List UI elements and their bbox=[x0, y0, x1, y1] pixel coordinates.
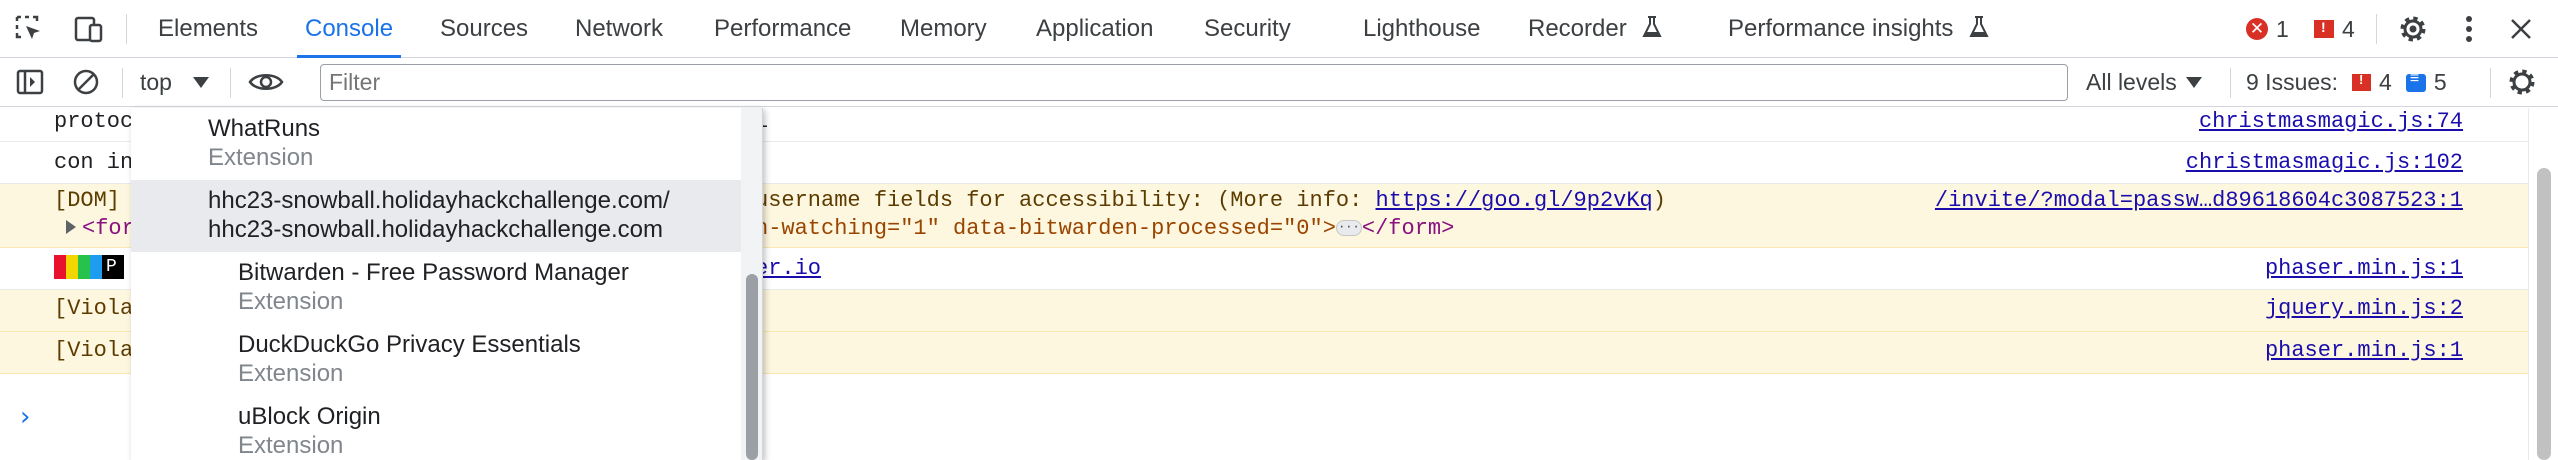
tab-performance-insights[interactable]: Performance insights bbox=[1728, 0, 1990, 58]
device-toolbar-icon[interactable] bbox=[70, 10, 108, 48]
issues-info-count: 5 bbox=[2433, 69, 2447, 95]
console-settings-icon[interactable] bbox=[2504, 64, 2540, 100]
form-element-tag[interactable]: <for bbox=[82, 216, 135, 241]
clear-console-icon[interactable] bbox=[68, 64, 104, 100]
message-source-link[interactable]: phaser.min.js:1 bbox=[2265, 338, 2463, 363]
context-option-subtitle: Extension bbox=[208, 144, 314, 171]
issue-error-icon bbox=[2352, 72, 2372, 91]
close-icon[interactable] bbox=[2502, 10, 2540, 48]
issue-count-badge[interactable]: 4 bbox=[2314, 14, 2355, 44]
chevron-down-icon[interactable] bbox=[2186, 77, 2202, 88]
ellipsis-icon[interactable]: ··· bbox=[1335, 220, 1362, 237]
dropdown-scrollbar[interactable] bbox=[741, 108, 762, 460]
tab-memory[interactable]: Memory bbox=[900, 0, 987, 58]
dropdown-scrollbar-thumb[interactable] bbox=[746, 274, 758, 460]
tabbar-divider bbox=[2376, 14, 2377, 44]
context-selector[interactable]: top bbox=[140, 58, 172, 107]
context-option[interactable]: WhatRuns Extension bbox=[131, 108, 741, 180]
more-vert-icon[interactable] bbox=[2450, 10, 2488, 48]
issue-info-icon bbox=[2405, 70, 2426, 92]
tab-application[interactable]: Application bbox=[1036, 0, 1153, 58]
tab-recorder[interactable]: Recorder bbox=[1528, 0, 1663, 58]
message-source-link[interactable]: jquery.min.js:2 bbox=[2265, 296, 2463, 321]
console-prompt[interactable]: › bbox=[20, 402, 30, 432]
tab-performance[interactable]: Performance bbox=[714, 0, 851, 58]
eye-icon[interactable] bbox=[248, 64, 284, 100]
flask-icon bbox=[1969, 15, 1989, 37]
issues-errors-count: 4 bbox=[2379, 69, 2392, 95]
log-levels-dropdown[interactable]: All levels bbox=[2086, 58, 2177, 107]
context-option-subtitle: hhc23-snowball.holidayhackchallenge.com bbox=[208, 216, 663, 243]
context-option-subtitle: Extension bbox=[238, 288, 344, 315]
tab-elements[interactable]: Elements bbox=[158, 0, 258, 58]
message-source-link[interactable]: phaser.min.js:1 bbox=[2265, 256, 2463, 281]
show-sidebar-icon[interactable] bbox=[12, 64, 48, 100]
banner-link[interactable]: er.io bbox=[755, 256, 821, 281]
error-icon: ✕ bbox=[2246, 18, 2268, 40]
context-option[interactable]: Bitwarden - Free Password Manager Extens… bbox=[131, 252, 741, 324]
error-count-badge[interactable]: ✕ 1 bbox=[2246, 14, 2289, 44]
form-close-tag: </form> bbox=[1361, 216, 1455, 241]
flask-icon bbox=[1642, 15, 1663, 37]
issue-count: 4 bbox=[2342, 15, 2355, 42]
message-text: [Viola bbox=[54, 338, 134, 363]
tabbar-divider bbox=[126, 14, 127, 44]
chevron-down-icon[interactable] bbox=[193, 77, 209, 88]
issue-flag-icon bbox=[2314, 19, 2334, 38]
message-source-link[interactable]: /invite/?modal=passw…d89618604c3087523:1 bbox=[1935, 188, 2463, 213]
form-element-attrs: n-watching="1" data-bitwarden-processed=… bbox=[755, 216, 1454, 241]
message-text: [Viola bbox=[54, 296, 134, 321]
message-body: username fields for accessibility: (More… bbox=[755, 188, 1376, 213]
message-text-continued: username fields for accessibility: (More… bbox=[755, 188, 1666, 213]
tab-performance-insights-label: Performance insights bbox=[1728, 15, 1954, 42]
more-info-link[interactable]: https://goo.gl/9p2vKq bbox=[1376, 188, 1653, 213]
context-option-title: WhatRuns bbox=[208, 115, 321, 142]
context-option-title: hhc23-snowball.holidayhackchallenge.com/ bbox=[208, 187, 670, 214]
inspect-element-icon[interactable] bbox=[10, 10, 48, 48]
tab-lighthouse[interactable]: Lighthouse bbox=[1363, 0, 1480, 58]
settings-gear-icon[interactable] bbox=[2394, 10, 2432, 48]
tab-recorder-label: Recorder bbox=[1528, 15, 1627, 42]
message-text: con in bbox=[54, 150, 134, 175]
tab-security[interactable]: Security bbox=[1204, 0, 1291, 58]
devtools-tabbar: Elements Console Sources Network Perform… bbox=[0, 0, 2558, 58]
console-scrollbar[interactable] bbox=[2528, 108, 2558, 460]
context-dropdown: WhatRuns Extension hhc23-snowball.holida… bbox=[131, 108, 763, 460]
context-option-selected[interactable]: hhc23-snowball.holidayhackchallenge.com/… bbox=[131, 180, 741, 252]
error-count: 1 bbox=[2276, 15, 2289, 42]
console-toolbar: top All levels 9 Issues: 4 5 bbox=[0, 58, 2558, 107]
toolbar-divider bbox=[2490, 68, 2491, 98]
context-option[interactable]: uBlock Origin Extension bbox=[131, 396, 741, 460]
message-source-link[interactable]: christmasmagic.js:74 bbox=[2199, 109, 2463, 134]
tab-sources[interactable]: Sources bbox=[440, 0, 528, 58]
toolbar-divider bbox=[230, 68, 231, 98]
context-option-title: DuckDuckGo Privacy Essentials bbox=[238, 331, 581, 358]
message-body-end: ) bbox=[1652, 188, 1666, 213]
toolbar-divider bbox=[122, 68, 123, 98]
toolbar-divider bbox=[2230, 68, 2231, 98]
filter-input[interactable] bbox=[320, 64, 2068, 101]
message-text: [DOM] bbox=[54, 188, 121, 213]
message-source-link[interactable]: christmasmagic.js:102 bbox=[2186, 150, 2463, 175]
context-option-title: Bitwarden - Free Password Manager bbox=[238, 259, 629, 286]
issues-label: 9 Issues: bbox=[2246, 69, 2339, 95]
context-option-subtitle: Extension bbox=[238, 432, 344, 459]
context-option[interactable]: DuckDuckGo Privacy Essentials Extension bbox=[131, 324, 741, 396]
expand-triangle-icon[interactable] bbox=[66, 220, 76, 234]
tab-console[interactable]: Console bbox=[296, 0, 402, 58]
console-scrollbar-thumb[interactable] bbox=[2537, 168, 2551, 460]
color-banner: P bbox=[54, 255, 124, 279]
context-option-title: uBlock Origin bbox=[238, 403, 381, 430]
form-attrs: n-watching="1" data-bitwarden-processed=… bbox=[755, 216, 1336, 241]
tab-network[interactable]: Network bbox=[575, 0, 663, 58]
context-option-subtitle: Extension bbox=[238, 360, 344, 387]
banner-text: P bbox=[102, 255, 124, 279]
issues-counter[interactable]: 9 Issues: 4 5 bbox=[2246, 58, 2447, 107]
message-text: protoc bbox=[54, 109, 134, 134]
